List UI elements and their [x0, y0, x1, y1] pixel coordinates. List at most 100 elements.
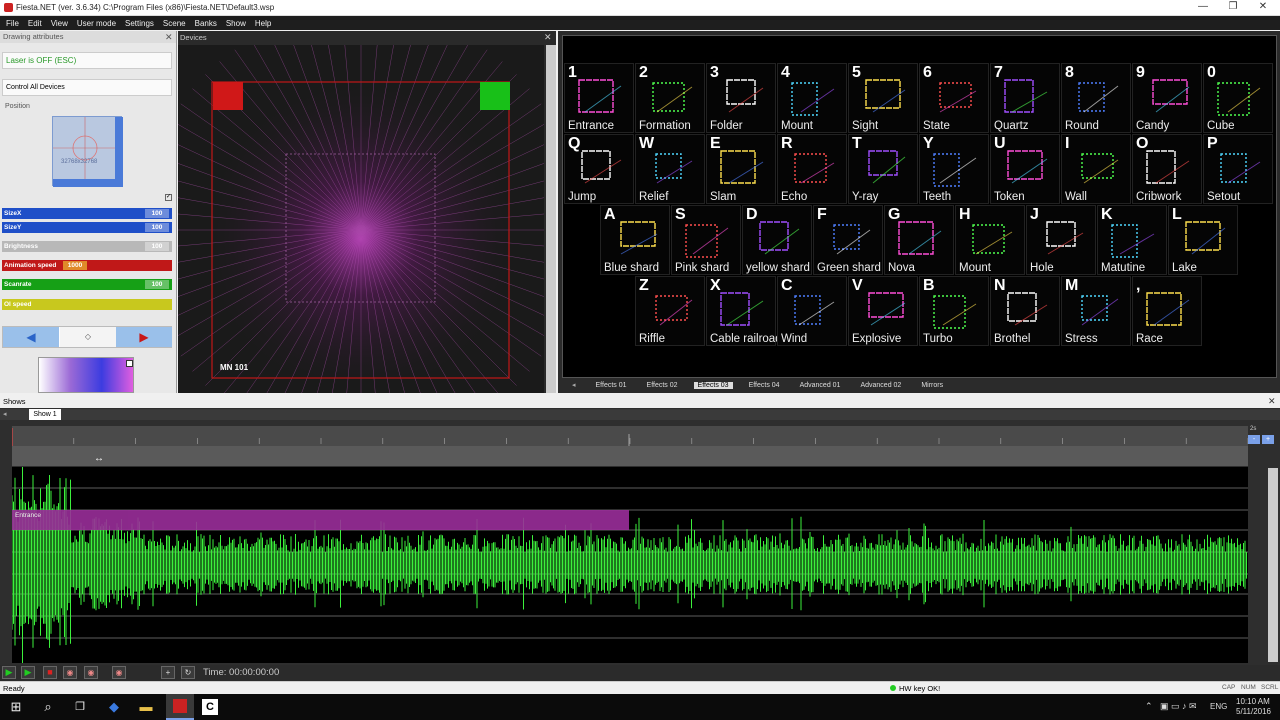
effect-cell-sight[interactable]: 5 Sight: [848, 63, 918, 133]
scanrate-slider[interactable]: Scanrate 100: [2, 279, 172, 290]
control-all-devices-button[interactable]: Control All Devices: [2, 79, 172, 96]
previous-button[interactable]: ◀: [3, 327, 59, 347]
clock-time[interactable]: 10:10 AM: [1236, 697, 1270, 706]
loop-button[interactable]: ↻: [181, 666, 195, 679]
menu-help[interactable]: Help: [255, 19, 271, 28]
menu-view[interactable]: View: [51, 19, 68, 28]
effect-cell-folder[interactable]: 3 Folder: [706, 63, 776, 133]
effect-cell-wind[interactable]: C Wind: [777, 276, 847, 346]
fiesta-taskbar-button[interactable]: [166, 694, 194, 720]
effect-cell-race[interactable]: , Race: [1132, 276, 1202, 346]
effect-cell-wall[interactable]: I Wall: [1061, 134, 1131, 204]
timeline-ruler[interactable]: ↔: [11, 426, 1249, 466]
tab-show-1[interactable]: Show 1: [29, 409, 61, 420]
tab-mirrors[interactable]: Mirrors: [917, 382, 947, 389]
effect-cell-hole[interactable]: J Hole: [1026, 205, 1096, 275]
effect-cell-mount[interactable]: 4 Mount: [777, 63, 847, 133]
windows-start-icon[interactable]: ⊞: [8, 699, 24, 715]
zoom-out-button[interactable]: -: [1248, 435, 1260, 444]
tab-effects-01[interactable]: Effects 01: [592, 382, 631, 389]
close-icon[interactable]: ✕: [1268, 396, 1276, 407]
effect-cell-riffle[interactable]: Z Riffle: [635, 276, 705, 346]
tray-icons[interactable]: ▣ ▭ ♪ ✉: [1160, 701, 1197, 712]
effect-cell-teeth[interactable]: Y Teeth: [919, 134, 989, 204]
effect-cell-mount[interactable]: H Mount: [955, 205, 1025, 275]
tab-effects-04[interactable]: Effects 04: [745, 382, 784, 389]
tab-scroll-left[interactable]: ◂: [568, 381, 580, 389]
explorer-icon[interactable]: ◆: [106, 699, 122, 715]
menu-settings[interactable]: Settings: [125, 19, 154, 28]
scrollbar[interactable]: [1268, 468, 1278, 662]
effect-cell-relief[interactable]: W Relief: [635, 134, 705, 204]
tab-advanced-02[interactable]: Advanced 02: [856, 382, 905, 389]
tab-scroll-left[interactable]: ◂: [3, 410, 7, 418]
effect-cell-green-shard[interactable]: F Green shard: [813, 205, 883, 275]
tab-effects-03[interactable]: Effects 03: [693, 381, 733, 389]
zoom-in-button[interactable]: +: [1262, 435, 1274, 444]
effect-cell-quartz[interactable]: 7 Quartz: [990, 63, 1060, 133]
laser-status-button[interactable]: Laser is OFF (ESC): [2, 52, 172, 69]
minimize-button[interactable]: —: [1188, 0, 1218, 14]
menu-user-mode[interactable]: User mode: [77, 19, 116, 28]
red-marker[interactable]: [213, 82, 243, 110]
effect-cell-jump[interactable]: Q Jump: [564, 134, 634, 204]
effect-cell-token[interactable]: U Token: [990, 134, 1060, 204]
effect-cell-pink-shard[interactable]: S Pink shard: [671, 205, 741, 275]
effect-cell-state[interactable]: 6 State: [919, 63, 989, 133]
close-button[interactable]: ✕: [1248, 0, 1278, 14]
close-icon[interactable]: ✕: [544, 32, 552, 43]
loop-record-button[interactable]: ◉: [84, 666, 98, 679]
folder-icon[interactable]: ▬: [138, 699, 154, 715]
green-marker[interactable]: [480, 82, 510, 110]
tab-advanced-01[interactable]: Advanced 01: [796, 382, 845, 389]
menu-banks[interactable]: Banks: [195, 19, 217, 28]
menu-show[interactable]: Show: [226, 19, 246, 28]
swap-button[interactable]: ◇: [60, 327, 116, 347]
effect-cell-blue-shard[interactable]: A Blue shard: [600, 205, 670, 275]
effect-cell-round[interactable]: 8 Round: [1061, 63, 1131, 133]
effect-cell-matutine[interactable]: K Matutine: [1097, 205, 1167, 275]
color-picker[interactable]: [38, 357, 134, 393]
effect-cell-echo[interactable]: R Echo: [777, 134, 847, 204]
effect-cell-setout[interactable]: P Setout: [1203, 134, 1273, 204]
task-view-icon[interactable]: ❐: [72, 699, 88, 715]
add-button[interactable]: +: [161, 666, 175, 679]
effect-cell-slam[interactable]: E Slam: [706, 134, 776, 204]
mark-button[interactable]: ◉: [112, 666, 126, 679]
effect-cell-stress[interactable]: M Stress: [1061, 276, 1131, 346]
close-icon[interactable]: ✕: [165, 32, 173, 43]
effect-cell-explosive[interactable]: V Explosive: [848, 276, 918, 346]
brightness-slider[interactable]: Brightness 100: [2, 241, 172, 252]
record-button[interactable]: ◉: [63, 666, 77, 679]
play-button[interactable]: ▶: [2, 666, 16, 679]
effect-cell-formation[interactable]: 2 Formation: [635, 63, 705, 133]
ol-speed-slider[interactable]: Ol speed: [2, 299, 172, 310]
effect-cell-candy[interactable]: 9 Candy: [1132, 63, 1202, 133]
effect-clip[interactable]: Entrance: [12, 510, 629, 530]
color-swatch[interactable]: [126, 360, 133, 367]
clock-date[interactable]: 5/11/2016: [1236, 707, 1271, 716]
effect-cell-nova[interactable]: G Nova: [884, 205, 954, 275]
tab-effects-02[interactable]: Effects 02: [643, 382, 682, 389]
effect-cell-y-ray[interactable]: T Y-ray: [848, 134, 918, 204]
next-button[interactable]: ▶: [116, 327, 172, 347]
checkbox[interactable]: ✓: [165, 194, 172, 201]
stop-button[interactable]: ■: [43, 666, 57, 679]
sizey-slider[interactable]: SizeY 100: [2, 222, 172, 233]
play-from-start-button[interactable]: ▶: [21, 666, 35, 679]
menu-edit[interactable]: Edit: [28, 19, 42, 28]
animation-speed-slider[interactable]: Animation speed 1000: [2, 260, 90, 271]
effect-cell-lake[interactable]: L Lake: [1168, 205, 1238, 275]
sizex-slider[interactable]: SizeX 100: [2, 208, 172, 219]
effect-cell-cribwork[interactable]: O Cribwork: [1132, 134, 1202, 204]
effect-cell-entrance[interactable]: 1 Entrance: [564, 63, 634, 133]
effect-cell-yellow-shard[interactable]: Dyellow shard: [742, 205, 812, 275]
effect-cell-cube[interactable]: 0 Cube: [1203, 63, 1273, 133]
effect-cell-turbo[interactable]: B Turbo: [919, 276, 989, 346]
position-pad[interactable]: 32768x32768: [52, 116, 123, 187]
effect-cell-brothel[interactable]: N Brothel: [990, 276, 1060, 346]
scrollbar[interactable]: [546, 45, 556, 393]
maximize-button[interactable]: ❐: [1218, 0, 1248, 14]
language-indicator[interactable]: ENG: [1210, 702, 1227, 711]
tray-chevron-icon[interactable]: ⌃: [1145, 701, 1153, 712]
